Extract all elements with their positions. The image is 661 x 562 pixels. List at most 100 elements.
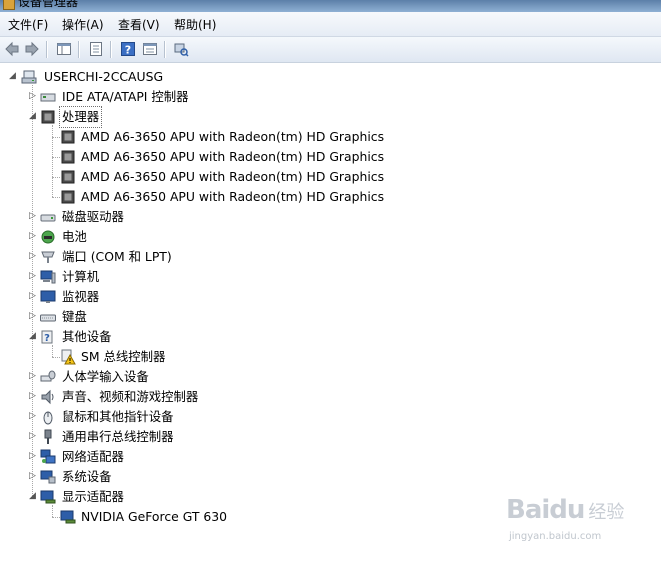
tree-category-label: 系统设备: [62, 469, 112, 484]
collapse-arrow-icon[interactable]: ◢: [28, 332, 37, 341]
help-icon[interactable]: ?: [120, 41, 136, 57]
tree-category[interactable]: ▷ 系统设备: [0, 467, 400, 487]
details-icon[interactable]: [142, 41, 158, 57]
toolbar-separator: [164, 41, 166, 58]
tree-category[interactable]: ▷ 鼠标和其他指针设备: [0, 407, 400, 427]
processor-icon: [60, 169, 76, 185]
tree-category-label: 显示适配器: [62, 489, 124, 504]
tree-category[interactable]: ▷ 声音、视频和游戏控制器: [0, 387, 400, 407]
tree-category-label: 人体学输入设备: [62, 369, 149, 384]
expand-arrow-icon[interactable]: ▷: [28, 272, 37, 281]
tree-category[interactable]: ▷ IDE ATA/ATAPI 控制器: [0, 87, 400, 107]
expand-arrow-icon[interactable]: ▷: [28, 412, 37, 421]
tree-root-label: USERCHI-2CCAUSG: [44, 69, 164, 84]
collapse-arrow-icon[interactable]: ◢: [28, 112, 37, 121]
tree-category[interactable]: ▷ 通用串行总线控制器: [0, 427, 400, 447]
tree-device-label: AMD A6-3650 APU with Radeon(tm) HD Graph…: [81, 169, 385, 184]
collapse-arrow-icon[interactable]: ◢: [28, 492, 37, 501]
tree-category[interactable]: ▷ 人体学输入设备: [0, 367, 400, 387]
tree-category[interactable]: ◢ 处理器: [0, 106, 400, 128]
tree-device[interactable]: NVIDIA GeForce GT 630: [0, 507, 400, 527]
computer-root-icon: [21, 69, 37, 85]
expand-arrow-icon[interactable]: ▷: [28, 92, 37, 101]
expand-arrow-icon[interactable]: ▷: [28, 452, 37, 461]
tree-category-label: 通用串行总线控制器: [62, 429, 174, 444]
expand-arrow-icon[interactable]: ▷: [28, 292, 37, 301]
tree-category-label: 处理器: [58, 106, 103, 128]
menu-file[interactable]: 文件(F): [6, 16, 50, 33]
toolbar: ?: [0, 37, 661, 63]
hid-icon: [40, 369, 56, 385]
tree-category[interactable]: ▷ 计算机: [0, 267, 400, 287]
tree-root[interactable]: ◢ USERCHI-2CCAUSG: [0, 67, 400, 87]
tree-device[interactable]: SM 总线控制器: [0, 347, 400, 367]
tree-category[interactable]: ◢ 显示适配器: [0, 487, 400, 507]
expand-arrow-icon[interactable]: ▷: [28, 232, 37, 241]
tree-category-label: 声音、视频和游戏控制器: [62, 389, 199, 404]
tree-device[interactable]: AMD A6-3650 APU with Radeon(tm) HD Graph…: [0, 187, 420, 207]
tree-device-label: SM 总线控制器: [81, 349, 166, 364]
expand-arrow-icon[interactable]: ▷: [28, 392, 37, 401]
properties-icon[interactable]: [88, 41, 104, 57]
computer-icon: [40, 269, 56, 285]
processor-icon: [60, 129, 76, 145]
tree-category[interactable]: ▷ 键盘: [0, 307, 400, 327]
menu-action[interactable]: 操作(A): [60, 16, 106, 33]
speaker-icon: [40, 389, 56, 405]
expand-arrow-icon[interactable]: ▷: [28, 252, 37, 261]
tree-category-label: 键盘: [62, 309, 87, 324]
title-bar: 设备管理器: [0, 0, 661, 12]
tree-category[interactable]: ▷ 磁盘驱动器: [0, 207, 400, 227]
toolbar-separator: [46, 41, 48, 58]
menu-bar: 文件(F) 操作(A) 查看(V) 帮助(H): [0, 12, 661, 37]
tree-device-label: NVIDIA GeForce GT 630: [81, 509, 228, 524]
warning-device-icon: [60, 349, 76, 365]
forward-icon[interactable]: [24, 41, 40, 57]
mouse-icon: [40, 409, 56, 425]
tree-device[interactable]: AMD A6-3650 APU with Radeon(tm) HD Graph…: [0, 167, 420, 187]
tree-category[interactable]: ▷ 网络适配器: [0, 447, 400, 467]
tree-category[interactable]: ▷ 端口 (COM 和 LPT): [0, 247, 400, 267]
collapse-arrow-icon[interactable]: ◢: [8, 72, 17, 81]
back-icon[interactable]: [4, 41, 20, 57]
baidu-watermark: Baidu 经验 jingyan.baidu.com: [506, 495, 625, 542]
tree-category[interactable]: ▷ 监视器: [0, 287, 400, 307]
display-adapter-icon: [60, 509, 76, 525]
expand-arrow-icon[interactable]: ▷: [28, 372, 37, 381]
watermark-brand: Baidu: [506, 495, 585, 525]
menu-help[interactable]: 帮助(H): [172, 16, 218, 33]
tree-category-label: 计算机: [62, 269, 100, 284]
network-adapter-icon: [40, 449, 56, 465]
toolbar-separator: [110, 41, 112, 58]
system-device-icon: [40, 469, 56, 485]
menu-view[interactable]: 查看(V): [116, 16, 162, 33]
show-hide-tree-icon[interactable]: [56, 41, 72, 57]
expand-arrow-icon[interactable]: ▷: [28, 212, 37, 221]
keyboard-icon: [40, 309, 56, 325]
tree-device[interactable]: AMD A6-3650 APU with Radeon(tm) HD Graph…: [0, 147, 420, 167]
expand-arrow-icon[interactable]: ▷: [28, 432, 37, 441]
toolbar-separator: [78, 41, 80, 58]
port-icon: [40, 249, 56, 265]
disk-drive-icon: [40, 209, 56, 225]
watermark-url: jingyan.baidu.com: [509, 531, 602, 542]
expand-arrow-icon[interactable]: ▷: [28, 312, 37, 321]
expand-arrow-icon[interactable]: ▷: [28, 472, 37, 481]
tree-category[interactable]: ▷ 电池: [0, 227, 400, 247]
processor-icon: [60, 189, 76, 205]
ide-controller-icon: [40, 89, 56, 105]
tree-category-label: 其他设备: [62, 329, 112, 344]
tree-category-label: 电池: [62, 229, 87, 244]
device-tree: ◢ USERCHI-2CCAUSG ▷ IDE ATA/ATAPI 控制器 ◢ …: [0, 63, 661, 562]
tree-category-label: 监视器: [62, 289, 100, 304]
tree-category-label: IDE ATA/ATAPI 控制器: [62, 89, 189, 104]
tree-category[interactable]: ◢ ? 其他设备: [0, 327, 400, 347]
display-adapter-icon: [40, 489, 56, 505]
scan-hardware-icon[interactable]: [173, 41, 189, 57]
tree-device[interactable]: AMD A6-3650 APU with Radeon(tm) HD Graph…: [0, 127, 420, 147]
processor-icon: [60, 149, 76, 165]
watermark-suffix: 经验: [588, 502, 625, 523]
processor-icon: [40, 109, 56, 125]
window-title: 设备管理器: [18, 0, 79, 9]
tree-category-label: 鼠标和其他指针设备: [62, 409, 174, 424]
